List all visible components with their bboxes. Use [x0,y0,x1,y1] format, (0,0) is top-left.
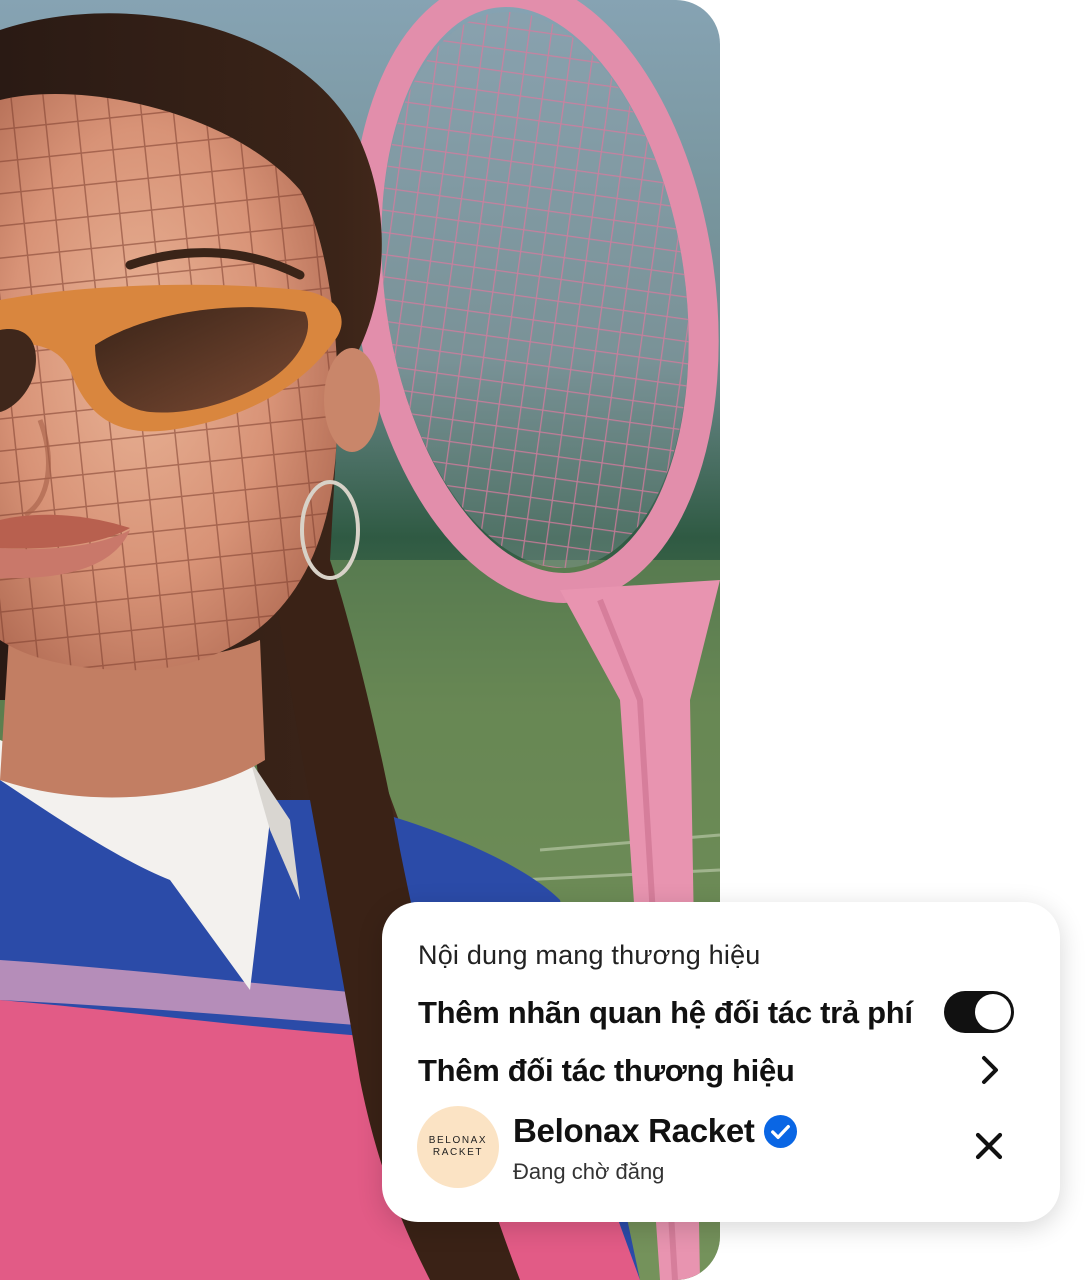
brand-avatar: BELONAX RACKET [417,1106,499,1188]
brand-logo-line-1: BELONAX [428,1135,488,1146]
panel-title: Nội dung mang thương hiệu [418,940,761,970]
brand-logo-line-2: RACKET [432,1147,484,1158]
branded-content-panel: Nội dung mang thương hiệu Thêm nhãn quan… [382,902,1060,1222]
verified-badge-icon [763,1114,798,1149]
paid-partnership-label: Thêm nhãn quan hệ đối tác trả phí [418,995,913,1030]
add-brand-partner-label[interactable]: Thêm đối tác thương hiệu [418,1053,795,1089]
brand-status: Đang chờ đăng [513,1159,665,1184]
screen: Nội dung mang thương hiệu Thêm nhãn quan… [0,0,1092,1280]
chevron-right-icon[interactable] [972,1052,1008,1088]
paid-partnership-toggle[interactable] [944,991,1014,1033]
close-icon[interactable] [972,1129,1006,1163]
brand-name: Belonax Racket [513,1112,755,1149]
toggle-knob [975,994,1011,1030]
